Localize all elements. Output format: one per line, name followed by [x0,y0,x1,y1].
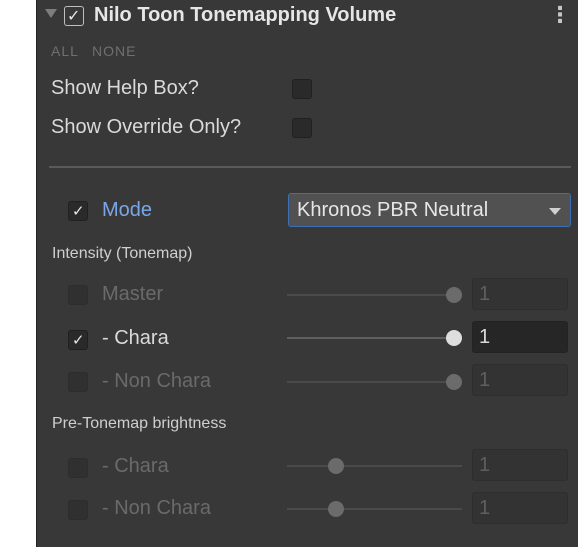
pretonemap-chara-label: - Chara [102,455,169,477]
chara-intensity-slider-handle[interactable] [446,330,462,346]
chara-intensity-value-field[interactable]: 1 [472,321,568,353]
dropdown-arrow-icon [549,208,561,215]
pretonemap-non-chara-value-field[interactable]: 1 [472,492,568,524]
intensity-section-title: Intensity (Tonemap) [52,245,193,262]
show-help-box-label: Show Help Box? [51,77,199,99]
non-chara-intensity-label: - Non Chara [102,370,211,392]
master-value-field[interactable]: 1 [472,278,568,310]
mode-dropdown-value: Khronos PBR Neutral [297,199,489,221]
mode-override-checkbox[interactable]: ✓ [68,201,88,221]
show-help-box-checkbox[interactable] [292,79,312,99]
pretonemap-chara-override-checkbox[interactable] [68,458,88,478]
non-chara-intensity-value-field[interactable]: 1 [472,364,568,396]
mode-dropdown[interactable]: Khronos PBR Neutral [288,193,571,227]
pretonemap-non-chara-label: - Non Chara [102,497,211,519]
show-override-only-checkbox[interactable] [292,118,312,138]
mode-label: Mode [102,199,153,221]
tonemapping-volume-panel: ✓ Nilo Toon Tonemapping Volume ⋮ ALL NON… [36,0,578,547]
pretonemap-chara-value-field[interactable]: 1 [472,449,568,481]
chara-intensity-slider-track[interactable] [287,337,452,339]
pretonemap-chara-slider-handle[interactable] [328,458,344,474]
chara-intensity-label: - Chara [102,327,169,349]
checkmark-icon: ✓ [72,203,85,220]
non-chara-intensity-slider-track[interactable] [287,381,452,383]
master-label: Master [102,283,164,305]
more-menu-icon[interactable]: ⋮ [549,2,571,28]
chara-intensity-override-checkbox[interactable]: ✓ [68,330,88,350]
master-override-checkbox[interactable] [68,285,88,305]
select-none-link[interactable]: NONE [92,43,136,59]
pretonemap-non-chara-slider-track[interactable] [287,508,462,510]
pretonemap-non-chara-slider-handle[interactable] [328,501,344,517]
enabled-checkbox-frame [64,6,84,26]
show-override-only-label: Show Override Only? [51,116,242,138]
master-slider-track[interactable] [287,294,452,296]
non-chara-intensity-override-checkbox[interactable] [68,372,88,392]
pretonemap-chara-slider-track[interactable] [287,465,462,467]
select-all-link[interactable]: ALL [51,43,79,59]
master-slider-handle[interactable] [446,287,462,303]
component-title: Nilo Toon Tonemapping Volume [94,4,397,26]
non-chara-intensity-slider-handle[interactable] [446,374,462,390]
pretonemap-section-title: Pre-Tonemap brightness [52,415,227,432]
section-divider [49,166,571,168]
collapse-arrow-icon[interactable] [45,9,57,18]
pretonemap-non-chara-override-checkbox[interactable] [68,500,88,520]
checkmark-icon: ✓ [72,332,85,349]
